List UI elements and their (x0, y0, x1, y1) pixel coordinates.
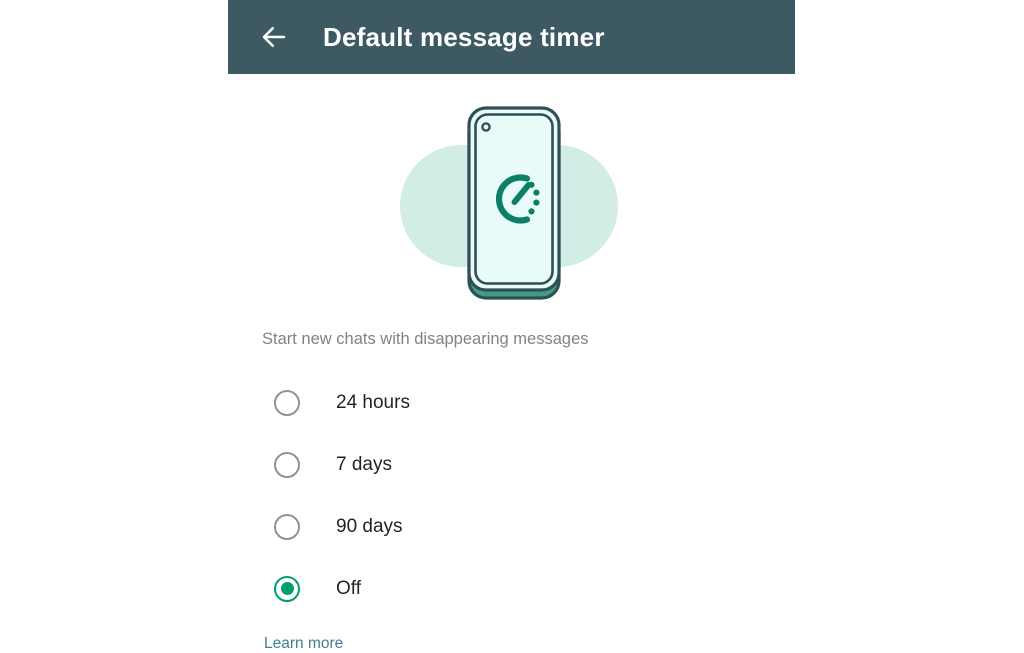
disappearing-messages-illustration (384, 96, 640, 308)
section-description: Start new chats with disappearing messag… (262, 330, 589, 348)
radio-indicator[interactable] (274, 451, 300, 478)
settings-content: Start new chats with disappearing messag… (262, 330, 802, 653)
timer-option-list: 24 hours 7 days 90 days Off (262, 372, 802, 620)
learn-more-link[interactable]: Learn more (264, 636, 343, 652)
radio-option-7-days[interactable]: 7 days (262, 434, 802, 496)
radio-option-90-days[interactable]: 90 days (262, 496, 802, 558)
page-title: Default message timer (323, 22, 605, 52)
radio-indicator[interactable] (274, 389, 300, 416)
radio-indicator[interactable] (274, 575, 300, 602)
radio-option-label: 7 days (336, 454, 392, 476)
app-bar: Default message timer (228, 0, 795, 74)
radio-option-label: 24 hours (336, 392, 410, 414)
radio-option-off[interactable]: Off (262, 558, 802, 620)
radio-option-24-hours[interactable]: 24 hours (262, 372, 802, 434)
back-button[interactable] (252, 15, 296, 59)
radio-indicator[interactable] (274, 513, 300, 540)
app-screen: Default message timer Start new chats wi… (0, 0, 1024, 651)
arrow-left-icon (259, 22, 289, 52)
radio-option-label: 90 days (336, 516, 403, 538)
radio-option-label: Off (336, 578, 361, 600)
